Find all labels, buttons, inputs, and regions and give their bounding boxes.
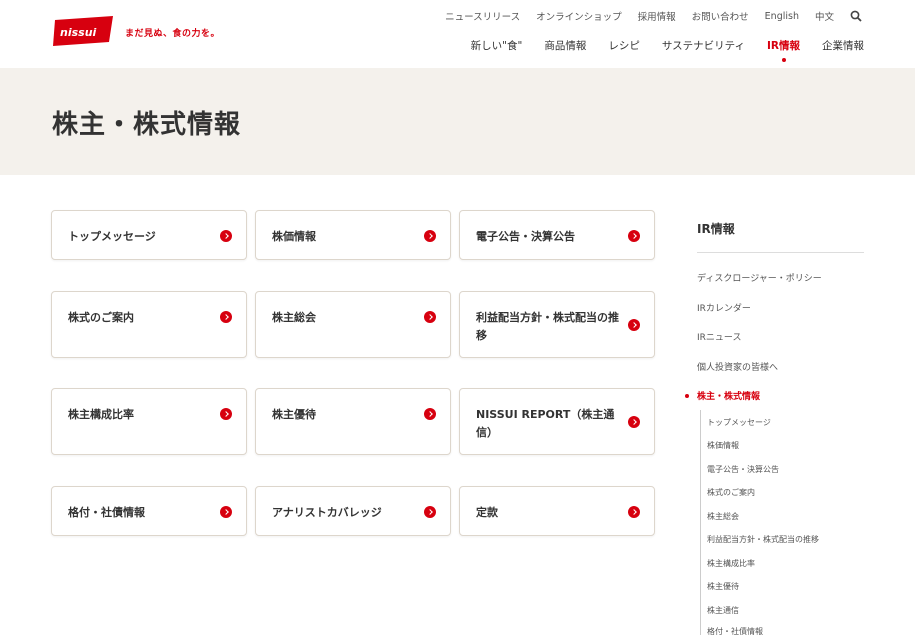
card-label: 株主構成比率 [68, 408, 134, 421]
sidebar-subitem[interactable]: 株価情報 [707, 440, 739, 451]
arrow-right-icon [628, 416, 640, 428]
nav-sustainability[interactable]: サステナビリティ [662, 38, 745, 53]
nav-products[interactable]: 商品情報 [544, 38, 586, 53]
main-nav: 新しい"食" 商品情報 レシピ サステナビリティ IR情報 企業情報 [449, 38, 864, 62]
page-title: 株主・株式情報 [52, 110, 242, 140]
utility-nav: ニュースリリース オンラインショップ 採用情報 お問い合わせ English 中… [429, 9, 862, 23]
arrow-right-icon [628, 319, 640, 331]
sidebar-subitem[interactable]: 利益配当方針・株式配当の推移 [707, 534, 819, 545]
nissui-logo[interactable]: nissui [51, 14, 117, 48]
page-hero: 株主・株式情報 [0, 68, 915, 175]
sidebar-item-calendar[interactable]: IRカレンダー [697, 301, 751, 314]
arrow-right-icon [220, 506, 232, 518]
util-link-contact[interactable]: お問い合わせ [692, 9, 749, 23]
card-shareholder-benefits[interactable]: 株主優待 [255, 388, 451, 455]
card-top-message[interactable]: トップメッセージ [51, 210, 247, 260]
util-link-shop[interactable]: オンラインショップ [536, 9, 622, 23]
sidebar-subitem[interactable]: 電子公告・決算公告 [707, 464, 779, 475]
arrow-right-icon [628, 230, 640, 242]
card-dividend-policy[interactable]: 利益配当方針・株式配当の推移 [459, 291, 655, 358]
arrow-right-icon [220, 408, 232, 420]
card-label: 株主総会 [272, 311, 316, 324]
sidebar-subitem[interactable]: 株式のご案内 [707, 487, 755, 498]
card-label: トップメッセージ [68, 230, 156, 243]
arrow-right-icon [424, 506, 436, 518]
card-label: 株価情報 [272, 230, 316, 243]
sidebar-subitem[interactable]: 格付・社債情報 [707, 626, 763, 635]
arrow-right-icon [424, 408, 436, 420]
svg-text:nissui: nissui [60, 26, 97, 39]
card-articles[interactable]: 定款 [459, 486, 655, 536]
sidebar-subitem[interactable]: 株主総会 [707, 511, 739, 522]
card-label: 株主優待 [272, 408, 316, 421]
util-link-recruit[interactable]: 採用情報 [638, 9, 676, 23]
card-shareholders-meeting[interactable]: 株主総会 [255, 291, 451, 358]
sidebar-subitem[interactable]: トップメッセージ [707, 417, 771, 428]
sidebar-item-ir-news[interactable]: IRニュース [697, 330, 741, 343]
card-stock-price[interactable]: 株価情報 [255, 210, 451, 260]
card-nissui-report[interactable]: NISSUI REPORT（株主通信） [459, 388, 655, 455]
sidebar-item-individual[interactable]: 個人投資家の皆様へ [697, 360, 778, 373]
active-indicator [685, 394, 689, 398]
card-label: 格付・社債情報 [68, 506, 145, 519]
nav-new-food[interactable]: 新しい"食" [471, 38, 523, 53]
util-link-chinese[interactable]: 中文 [815, 9, 834, 23]
sidebar-divider [697, 252, 864, 253]
util-link-news[interactable]: ニュースリリース [445, 9, 520, 23]
sidebar-subitem[interactable]: 株主構成比率 [707, 558, 755, 569]
nav-ir[interactable]: IR情報 [767, 38, 800, 62]
sidebar-item-disclosure[interactable]: ディスクロージャー・ポリシー [697, 271, 822, 284]
sidebar-subitem[interactable]: 株主優待 [707, 581, 739, 592]
arrow-right-icon [220, 230, 232, 242]
nav-company[interactable]: 企業情報 [822, 38, 864, 53]
card-label: 利益配当方針・株式配当の推移 [476, 311, 619, 342]
card-label: 定款 [476, 506, 498, 519]
arrow-right-icon [628, 506, 640, 518]
card-label: 電子公告・決算公告 [476, 230, 575, 243]
arrow-right-icon [220, 311, 232, 323]
search-icon[interactable] [850, 10, 862, 22]
card-label: NISSUI REPORT（株主通信） [476, 408, 615, 439]
card-analyst-coverage[interactable]: アナリストカバレッジ [255, 486, 451, 536]
nav-recipes[interactable]: レシピ [608, 38, 640, 53]
sidebar-title[interactable]: IR情報 [697, 220, 735, 237]
brand-tagline: まだ見ぬ、食の力を。 [125, 29, 221, 39]
card-stock-guide[interactable]: 株式のご案内 [51, 291, 247, 358]
arrow-right-icon [424, 311, 436, 323]
submenu-line [700, 410, 701, 635]
card-public-notice[interactable]: 電子公告・決算公告 [459, 210, 655, 260]
card-shareholder-composition[interactable]: 株主構成比率 [51, 388, 247, 455]
card-ratings-bonds[interactable]: 格付・社債情報 [51, 486, 247, 536]
site-header: nissui まだ見ぬ、食の力を。 ニュースリリース オンラインショップ 採用情… [0, 0, 915, 68]
util-link-english[interactable]: English [765, 11, 799, 22]
sidebar-subitem[interactable]: 株主通信 [707, 605, 739, 616]
card-label: 株式のご案内 [68, 311, 134, 324]
sidebar-item-stock-info[interactable]: 株主・株式情報 [697, 389, 760, 402]
arrow-right-icon [424, 230, 436, 242]
card-label: アナリストカバレッジ [272, 506, 382, 519]
